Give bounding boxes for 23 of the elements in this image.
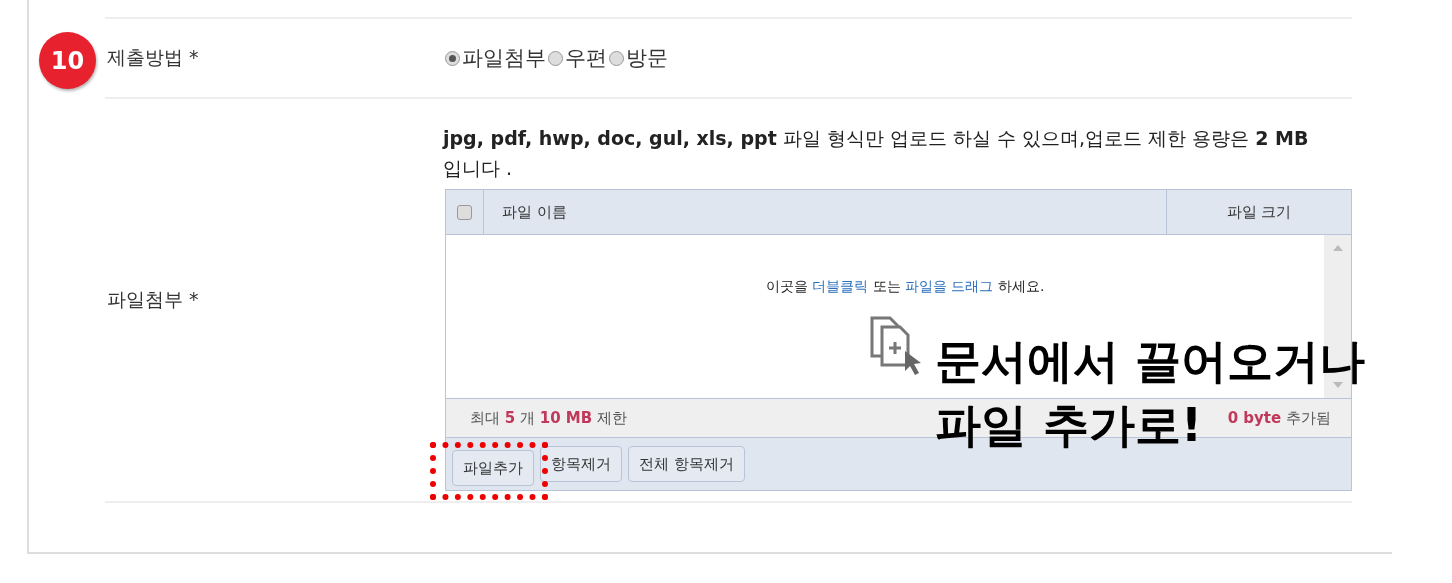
radio-icon[interactable] (609, 50, 624, 66)
field-label: 파일첨부 * (106, 287, 200, 312)
radio-option[interactable]: 우편 (548, 44, 607, 72)
drop-hint: 이곳을 더블클릭 또는 파일을 드래그 하세요. (764, 278, 1046, 296)
column-header: 파일 이름 (484, 190, 1167, 234)
toolbar-button[interactable]: 전체 항목제거 (628, 446, 745, 482)
limit-text: 최대 5 개 10 MB 제한 (470, 408, 627, 428)
toolbar-button[interactable]: 파일추가 (452, 450, 534, 486)
radio-icon[interactable] (445, 50, 460, 66)
hint-link[interactable]: 더블클릭 (812, 278, 869, 294)
step-number-badge: 10 (39, 32, 96, 89)
annotation-text: 파일 추가로! (935, 397, 1202, 454)
annotation-text: 문서에서 끌어오거나 (935, 333, 1365, 390)
radio-option[interactable]: 방문 (609, 44, 668, 72)
radio-icon[interactable] (548, 50, 563, 66)
hint-link[interactable]: 파일을 드래그 (905, 278, 994, 294)
select-all-checkbox[interactable] (457, 204, 472, 220)
added-size-text: 0 byte 추가됨 (1227, 408, 1331, 428)
upload-notice: jpg, pdf, hwp, doc, gul, xls, ppt 파일 형식만 업로드 하실 수 있으며,업로드 제한 용량은 2 MB 입니다 . (443, 126, 1310, 181)
column-header: 파일 크기 (1225, 201, 1293, 223)
toolbar-button[interactable]: 항목제거 (540, 446, 622, 482)
field-label: 제출방법 * (106, 45, 200, 70)
radio-option[interactable]: 파일첨부 (445, 44, 546, 72)
